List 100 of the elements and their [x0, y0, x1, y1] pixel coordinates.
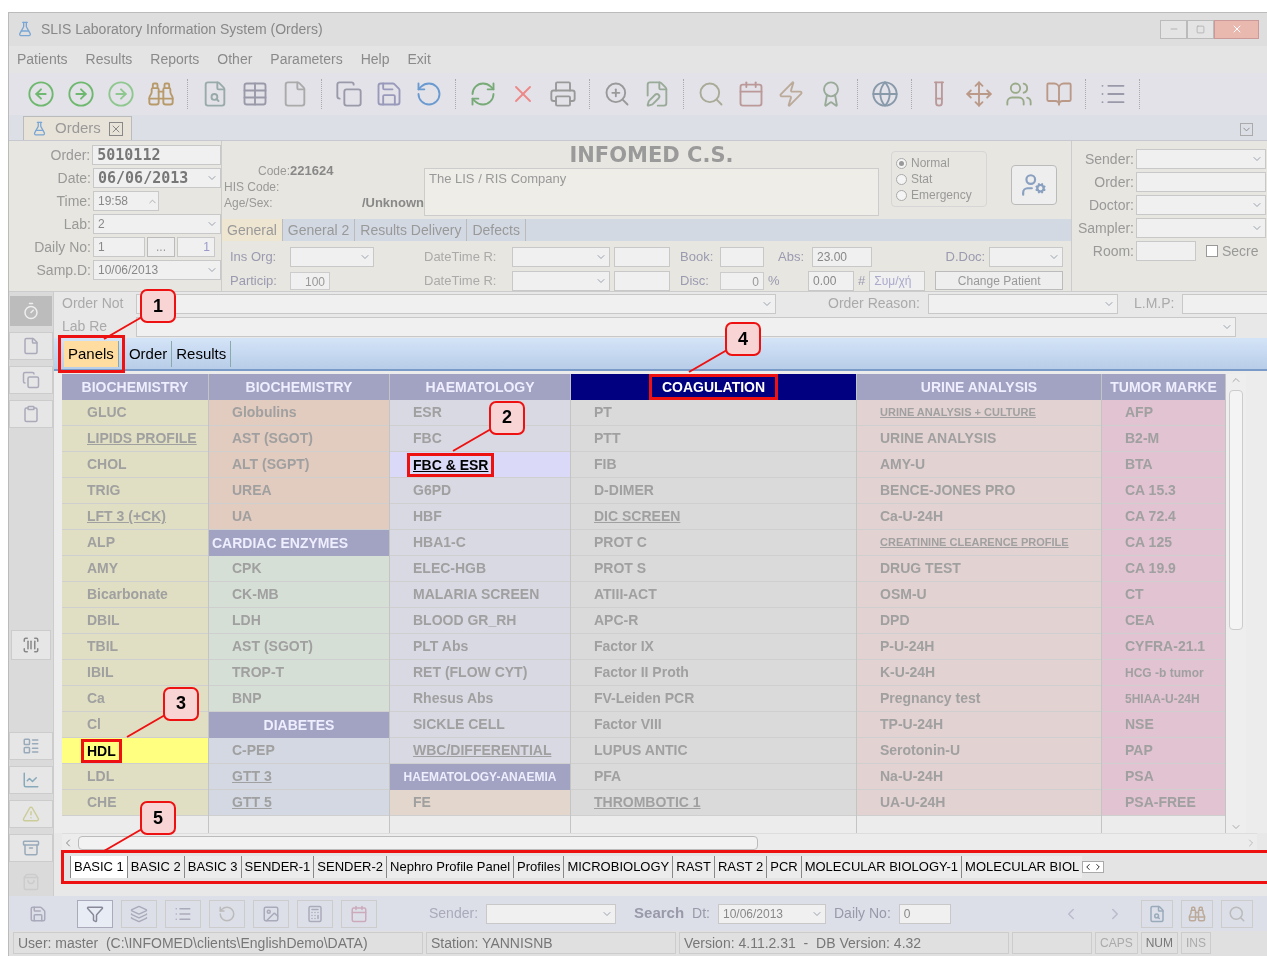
- panel-test-item[interactable]: LFT 3 (+CK): [87, 506, 166, 528]
- priority-radio[interactable]: Stat: [896, 171, 986, 188]
- panel-test-item[interactable]: APC-R: [594, 610, 639, 632]
- panel-test-item[interactable]: DIC SCREEN: [594, 506, 681, 528]
- panel-set-tab[interactable]: BASIC 3: [183, 856, 241, 879]
- panel-test-item[interactable]: Na-U-24H: [880, 766, 943, 788]
- panel-set-tab[interactable]: SENDER-2: [313, 856, 387, 879]
- panel-test-item[interactable]: BNP: [232, 688, 262, 710]
- panel-test-item[interactable]: ALP: [87, 532, 115, 554]
- panel-test-item[interactable]: CPK: [232, 558, 262, 580]
- panel-test-item[interactable]: CHOL: [87, 454, 127, 476]
- panel-test-item[interactable]: DBIL: [87, 610, 120, 632]
- menu-item[interactable]: Exit: [407, 48, 431, 70]
- panel-test-item[interactable]: URINE ANALYSIS + CULTURE: [880, 404, 1036, 421]
- dropdown-field[interactable]: 10/06/2013: [93, 260, 221, 281]
- input-field[interactable]: 1: [93, 237, 145, 258]
- panel-test-item[interactable]: CHE: [87, 792, 117, 814]
- priority-radio[interactable]: Emergency: [896, 187, 986, 204]
- panel-test-item[interactable]: CT: [1125, 584, 1144, 606]
- input-field[interactable]: 5010112: [92, 145, 221, 166]
- panel-test-item[interactable]: D-DIMER: [594, 480, 654, 502]
- form-tab[interactable]: Defects: [467, 219, 526, 242]
- panel-test-item[interactable]: CA 72.4: [1125, 506, 1176, 528]
- menu-item[interactable]: Reports: [150, 48, 200, 70]
- document-tab[interactable]: Orders: [23, 116, 132, 141]
- panel-test-item[interactable]: AST (SGOT): [232, 428, 313, 450]
- panel-set-tab[interactable]: Nephro Profile Panel: [386, 856, 514, 879]
- panel-test-item[interactable]: PSA: [1125, 766, 1154, 788]
- panel-test-item[interactable]: PTT: [594, 428, 621, 450]
- panel-test-item[interactable]: LIPIDS PROFILE: [87, 428, 197, 450]
- panel-header[interactable]: COAGULATION: [648, 374, 779, 401]
- panel-test-item[interactable]: G6PD: [413, 480, 452, 502]
- company-description-field[interactable]: The LIS / RIS Company: [424, 168, 879, 217]
- menu-item[interactable]: Help: [360, 48, 390, 70]
- panel-set-tab[interactable]: MICROBIOLOGY: [563, 856, 673, 879]
- input-field[interactable]: 0.00: [808, 271, 854, 292]
- panel-test-item[interactable]: NSE: [1125, 714, 1154, 736]
- panel-test-item[interactable]: OSM-U: [880, 584, 927, 606]
- panel-test-item[interactable]: K-U-24H: [880, 662, 936, 684]
- panel-test-item[interactable]: TROP-T: [232, 662, 285, 684]
- panel-test-item[interactable]: ELEC-HGB: [413, 558, 487, 580]
- panel-test-item[interactable]: CK-MB: [232, 584, 279, 606]
- panel-test-item[interactable]: 5HIAA-U-24H: [1125, 689, 1200, 708]
- panel-test-item[interactable]: Factor VIII: [594, 714, 662, 736]
- panel-test-item[interactable]: Factor IX: [594, 636, 654, 658]
- panel-test-item[interactable]: CYFRA-21.1: [1125, 636, 1206, 658]
- panel-test-item[interactable]: BTA: [1125, 454, 1153, 476]
- panel-test-item[interactable]: HCG -b tumor: [1125, 663, 1204, 682]
- panel-test-item[interactable]: SICKLE CELL: [413, 714, 505, 736]
- panel-test-item[interactable]: PSA-FREE: [1125, 792, 1196, 814]
- panel-test-item[interactable]: UREA: [232, 480, 272, 502]
- panel-test-item[interactable]: PROT S: [594, 558, 647, 580]
- panel-set-tab[interactable]: Profiles: [513, 856, 564, 879]
- panel-tab[interactable]: Order: [124, 341, 173, 368]
- panel-test-item[interactable]: PROT C: [594, 532, 647, 554]
- panel-test-item[interactable]: PLT Abs: [413, 636, 469, 658]
- panel-test-item[interactable]: URINE ANALYSIS: [880, 428, 997, 450]
- panel-test-item[interactable]: CA 125: [1125, 532, 1172, 554]
- panel-test-item[interactable]: Rhesus Abs: [413, 688, 494, 710]
- panel-test-item[interactable]: Globulins: [232, 402, 297, 424]
- panel-test-item[interactable]: RET (FLOW CYT): [413, 662, 528, 684]
- menu-item[interactable]: Patients: [17, 48, 68, 70]
- panel-test-item[interactable]: PFA: [594, 766, 622, 788]
- panel-test-item[interactable]: WBC/DIFFERENTIAL: [413, 740, 552, 762]
- panel-test-item[interactable]: ESR: [413, 402, 442, 424]
- panel-test-item[interactable]: AMY: [87, 558, 119, 580]
- form-tab[interactable]: Results Delivery: [355, 219, 468, 242]
- panel-test-item[interactable]: BENCE-JONES PRO: [880, 480, 1016, 502]
- panel-test-item[interactable]: GTT 3: [232, 766, 272, 788]
- change-patient-button[interactable]: Change Patient: [935, 271, 1064, 291]
- panel-test-item[interactable]: HDL: [81, 738, 122, 763]
- panel-test-item[interactable]: GTT 5: [232, 792, 272, 814]
- input-field[interactable]: 100: [290, 271, 330, 290]
- time-spinner[interactable]: 19:58: [93, 191, 159, 212]
- menu-item[interactable]: Results: [85, 48, 133, 70]
- panel-test-item[interactable]: IBIL: [87, 662, 114, 684]
- panel-test-item[interactable]: CEA: [1125, 610, 1155, 632]
- panel-test-item[interactable]: CA 15.3: [1125, 480, 1176, 502]
- browse-button[interactable]: ...: [147, 237, 175, 258]
- panel-test-item[interactable]: Cl: [87, 714, 101, 736]
- panel-test-item[interactable]: FBC & ESR: [407, 452, 495, 477]
- panel-test-item[interactable]: BLOOD GR_RH: [413, 610, 517, 632]
- panel-test-item[interactable]: LDH: [232, 610, 261, 632]
- panel-test-item[interactable]: FBC: [413, 428, 442, 450]
- panel-test-item[interactable]: Bicarbonate: [87, 584, 168, 606]
- panel-set-tab[interactable]: PCR: [766, 856, 801, 879]
- panel-test-item[interactable]: ATIII-ACT: [594, 584, 657, 606]
- panel-test-item[interactable]: GLUC: [87, 402, 127, 424]
- priority-radio[interactable]: Normal: [896, 155, 986, 172]
- panel-test-item[interactable]: UA-U-24H: [880, 792, 946, 814]
- panel-set-tab[interactable]: RAST: [672, 856, 714, 879]
- panel-test-item[interactable]: CA 19.9: [1125, 558, 1176, 580]
- panel-test-item[interactable]: Serotonin-U: [880, 740, 961, 762]
- date-field[interactable]: 10/06/2013: [718, 903, 826, 924]
- input-field[interactable]: 0: [720, 272, 764, 291]
- panel-test-item[interactable]: HBA1-C: [413, 532, 466, 554]
- panel-test-item[interactable]: B2-M: [1125, 428, 1160, 450]
- panel-test-item[interactable]: THROMBOTIC 1: [594, 792, 701, 814]
- panel-set-tab[interactable]: SENDER-1: [240, 856, 314, 879]
- panel-test-item[interactable]: C-PEP: [232, 740, 275, 762]
